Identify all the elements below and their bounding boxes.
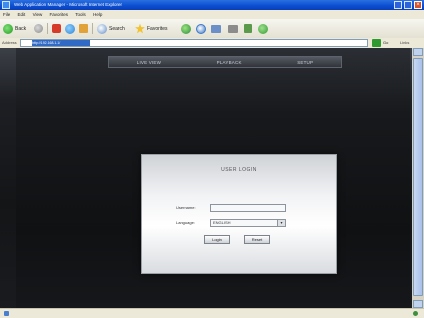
refresh-icon [65,23,75,34]
username-label: Username: [176,205,196,210]
media-icon [181,23,191,34]
nav-live-view[interactable]: LIVE VIEW [137,60,161,65]
scroll-down-arrow-icon[interactable] [413,300,423,308]
address-bar: Address http://192.168.1.1/ Go Links [0,38,424,48]
printer-icon [228,24,238,33]
go-button[interactable]: Go [383,38,388,48]
address-label: Address [2,40,17,45]
favorites-button[interactable]: Favorites [135,22,168,35]
print-button[interactable] [228,22,238,35]
menu-view[interactable]: View [30,10,46,19]
history-icon [196,23,206,34]
username-row: Username: [176,203,286,212]
menu-help[interactable]: Help [90,10,105,19]
vertical-scrollbar[interactable] [412,48,424,308]
back-arrow-icon [3,23,13,34]
nav-setup[interactable]: SETUP [297,60,313,65]
edit-button[interactable] [244,22,252,35]
status-bar [0,308,424,318]
history-button[interactable] [196,22,206,35]
mail-button[interactable] [211,22,221,35]
forward-button[interactable] [34,22,43,35]
toolbar-divider [47,23,48,34]
scroll-up-arrow-icon[interactable] [413,48,423,56]
go-arrow-icon[interactable] [372,39,381,47]
media-button[interactable] [181,22,191,35]
star-icon [135,23,145,34]
home-button[interactable] [79,22,88,35]
page-icon [4,311,9,316]
messenger-icon [258,23,268,34]
reset-button[interactable]: Reset [244,235,270,244]
edit-icon [244,24,252,33]
toolbar-divider [92,23,93,34]
menu-tools[interactable]: Tools [72,10,89,19]
search-label: Search [109,25,125,32]
username-input[interactable] [210,203,286,212]
title-bar: Web Application Manager - Microsoft Inte… [0,0,424,10]
internet-zone-icon [413,311,418,316]
login-button[interactable]: Login [204,235,230,244]
favorites-label: Favorites [147,25,168,32]
chevron-down-icon[interactable]: ▾ [277,219,285,226]
search-button[interactable]: Search [97,22,125,35]
nav-playback[interactable]: PLAYBACK [217,60,242,65]
refresh-button[interactable] [65,22,75,35]
ie-icon [2,1,10,9]
minimize-button[interactable] [394,1,402,9]
top-navigation: LIVE VIEW PLAYBACK SETUP [108,56,342,68]
links-label[interactable]: Links [400,38,409,48]
forward-arrow-icon [34,24,43,33]
stop-icon [52,24,61,33]
menu-favorites[interactable]: Favorites [47,10,72,19]
maximize-button[interactable] [404,1,412,9]
language-select[interactable]: ENGLISH ▾ [210,218,286,227]
menu-edit[interactable]: Edit [15,10,29,19]
language-label: Language: [176,220,195,225]
home-icon [79,24,88,33]
scroll-thumb[interactable] [413,58,423,296]
language-value: ENGLISH [213,219,231,225]
mail-icon [211,24,221,33]
back-button[interactable]: Back [3,22,26,35]
page-background: LIVE VIEW PLAYBACK SETUP USER LOGIN User… [16,48,410,308]
page-viewport: LIVE VIEW PLAYBACK SETUP USER LOGIN User… [0,48,424,308]
menu-bar: File Edit View Favorites Tools Help [0,10,424,19]
messenger-button[interactable] [258,22,268,35]
back-label: Back [15,25,27,32]
language-row: Language: ENGLISH ▾ [176,218,286,227]
login-title: USER LOGIN [221,167,257,173]
stop-button[interactable] [52,22,61,35]
window-title: Web Application Manager - Microsoft Inte… [14,2,122,7]
search-icon [97,23,107,34]
toolbar: Back Search Favorites [0,19,424,39]
login-panel: USER LOGIN Username: Language: ENGLISH ▾… [141,154,337,274]
address-url[interactable]: http://192.168.1.1/ [32,40,90,46]
close-button[interactable]: × [414,1,422,9]
menu-file[interactable]: File [0,10,13,19]
